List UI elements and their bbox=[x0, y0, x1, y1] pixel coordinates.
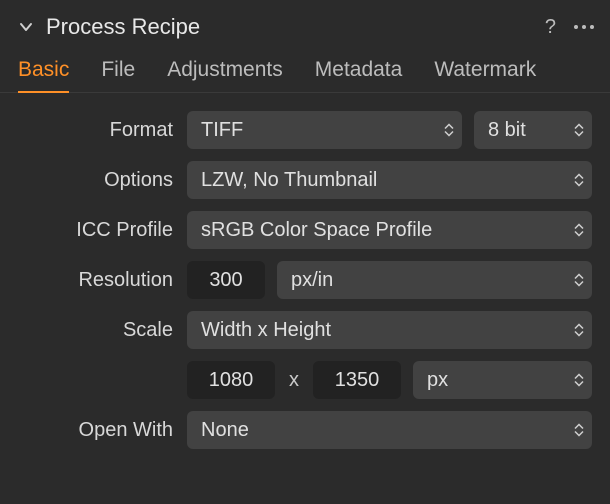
scale-width-input[interactable]: 1080 bbox=[187, 361, 275, 399]
tab-file[interactable]: File bbox=[101, 58, 135, 92]
label-options: Options bbox=[18, 169, 173, 192]
stepper-icon bbox=[574, 324, 584, 337]
row-scale-dims: 1080 x 1350 px bbox=[18, 361, 592, 399]
panel-title: Process Recipe bbox=[46, 14, 533, 40]
format-depth-value: 8 bit bbox=[488, 119, 526, 142]
dimension-separator: x bbox=[287, 369, 301, 392]
stepper-icon bbox=[574, 124, 584, 137]
resolution-unit-select[interactable]: px/in bbox=[277, 261, 592, 299]
label-scale: Scale bbox=[18, 319, 173, 342]
panel-header: Process Recipe ? bbox=[0, 0, 610, 50]
stepper-icon bbox=[574, 424, 584, 437]
options-value: LZW, No Thumbnail bbox=[201, 169, 377, 192]
process-recipe-panel: Process Recipe ? Basic File Adjustments … bbox=[0, 0, 610, 504]
resolution-input[interactable]: 300 bbox=[187, 261, 265, 299]
scale-unit-select[interactable]: px bbox=[413, 361, 592, 399]
resolution-unit-value: px/in bbox=[291, 269, 333, 292]
stepper-icon bbox=[574, 224, 584, 237]
label-resolution: Resolution bbox=[18, 269, 173, 292]
help-icon[interactable]: ? bbox=[545, 16, 556, 39]
collapse-icon[interactable] bbox=[18, 19, 34, 35]
tabs: Basic File Adjustments Metadata Watermar… bbox=[0, 50, 610, 93]
row-format: Format TIFF 8 bit bbox=[18, 111, 592, 149]
icc-select[interactable]: sRGB Color Space Profile bbox=[187, 211, 592, 249]
row-options: Options LZW, No Thumbnail bbox=[18, 161, 592, 199]
stepper-icon bbox=[444, 124, 454, 137]
format-depth-select[interactable]: 8 bit bbox=[474, 111, 592, 149]
label-icc: ICC Profile bbox=[18, 219, 173, 242]
tab-watermark[interactable]: Watermark bbox=[434, 58, 536, 92]
form-basic: Format TIFF 8 bit bbox=[0, 93, 610, 449]
openwith-select[interactable]: None bbox=[187, 411, 592, 449]
openwith-value: None bbox=[201, 419, 249, 442]
stepper-icon bbox=[574, 374, 584, 387]
scale-height-input[interactable]: 1350 bbox=[313, 361, 401, 399]
label-format: Format bbox=[18, 119, 173, 142]
scale-mode-value: Width x Height bbox=[201, 319, 331, 342]
format-type-value: TIFF bbox=[201, 119, 243, 142]
row-icc: ICC Profile sRGB Color Space Profile bbox=[18, 211, 592, 249]
stepper-icon bbox=[574, 274, 584, 287]
scale-unit-value: px bbox=[427, 369, 448, 392]
tab-metadata[interactable]: Metadata bbox=[315, 58, 403, 92]
stepper-icon bbox=[574, 174, 584, 187]
row-resolution: Resolution 300 px/in bbox=[18, 261, 592, 299]
row-openwith: Open With None bbox=[18, 411, 592, 449]
icc-value: sRGB Color Space Profile bbox=[201, 219, 432, 242]
tab-adjustments[interactable]: Adjustments bbox=[167, 58, 283, 92]
scale-mode-select[interactable]: Width x Height bbox=[187, 311, 592, 349]
more-icon[interactable] bbox=[574, 25, 594, 29]
row-scale: Scale Width x Height bbox=[18, 311, 592, 349]
format-type-select[interactable]: TIFF bbox=[187, 111, 462, 149]
label-openwith: Open With bbox=[18, 419, 173, 442]
options-select[interactable]: LZW, No Thumbnail bbox=[187, 161, 592, 199]
tab-basic[interactable]: Basic bbox=[18, 58, 69, 92]
